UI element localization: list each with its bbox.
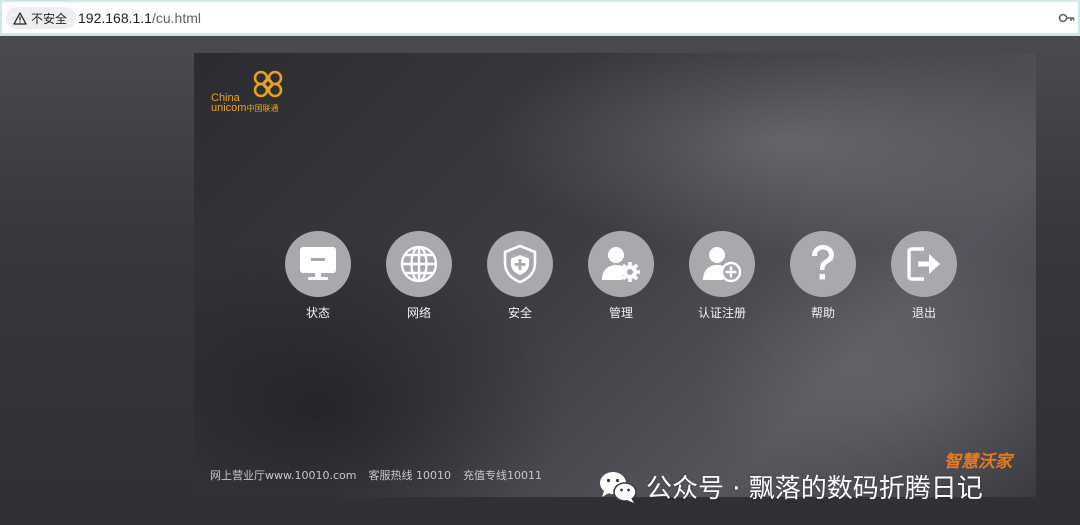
menu-item-label: 管理: [608, 306, 633, 320]
menu-item-circle: [790, 231, 856, 297]
url-host: 192.168.1.1: [78, 10, 152, 26]
menu-item-auth-register[interactable]: 认证注册: [682, 231, 762, 327]
footer-info: 网上营业厅www.10010.com 客服热线 10010 充值专线10011: [210, 467, 542, 483]
menu-item-management[interactable]: 管理: [581, 231, 661, 327]
security-indicator[interactable]: 不安全: [6, 7, 77, 29]
footer-recharge: 充值专线10011: [462, 469, 542, 482]
page-background: China unicom中国联通 状态 网络 安全 管理 认证注册 帮助 退出 …: [0, 36, 1080, 525]
wechat-icon: [600, 471, 637, 503]
china-unicom-logo: China unicom中国联通: [210, 69, 290, 114]
wechat-watermark: 公众号 · 飘落的数码折腾日记: [598, 468, 983, 505]
brand-line-2: unicom中国联通: [211, 103, 278, 114]
url-field[interactable]: 192.168.1.1/cu.html: [78, 9, 201, 27]
brand-unicom-text: unicom: [211, 102, 247, 114]
menu-item-circle: [285, 231, 351, 297]
globe-icon: [400, 245, 438, 283]
menu-item-label: 退出: [911, 306, 936, 320]
key-icon[interactable]: [1058, 10, 1076, 26]
shield-plus-icon: [503, 244, 537, 284]
warning-icon: [13, 11, 27, 25]
menu-item-status[interactable]: 状态: [278, 231, 358, 327]
menu-item-label: 安全: [507, 306, 532, 320]
monitor-icon: [300, 247, 336, 280]
menu-item-label: 网络: [406, 306, 431, 320]
menu-item-circle: [689, 231, 755, 297]
menu-item-circle: [487, 231, 553, 297]
main-menu: 状态 网络 安全 管理 认证注册 帮助 退出: [278, 231, 957, 327]
menu-item-security[interactable]: 安全: [480, 231, 560, 327]
menu-item-help[interactable]: 帮助: [783, 231, 863, 327]
url-path: /cu.html: [151, 10, 201, 26]
menu-item-label: 帮助: [810, 306, 835, 320]
footer-website[interactable]: 网上营业厅www.10010.com: [210, 467, 356, 483]
user-plus-icon: [703, 247, 742, 283]
footer-hotline: 客服热线 10010: [368, 469, 451, 482]
browser-address-bar: 不安全 192.168.1.1/cu.html: [0, 0, 1080, 36]
menu-item-circle: [386, 231, 452, 297]
security-label: 不安全: [31, 11, 68, 26]
menu-item-logout[interactable]: 退出: [884, 231, 964, 327]
question-icon: [812, 245, 834, 280]
menu-item-circle: [891, 231, 957, 297]
menu-item-label: 状态: [305, 306, 330, 320]
watermark-text: 公众号 · 飘落的数码折腾日记: [646, 474, 983, 504]
logout-icon: [907, 247, 940, 281]
menu-item-network[interactable]: 网络: [379, 231, 459, 327]
menu-item-circle: [588, 231, 654, 297]
unicom-knot-icon: [253, 70, 283, 98]
user-gear-icon: [602, 247, 640, 282]
brand-cn-text: 中国联通: [246, 104, 279, 113]
router-home-panel: China unicom中国联通 状态 网络 安全 管理 认证注册 帮助 退出 …: [194, 53, 1036, 497]
menu-item-label: 认证注册: [697, 306, 746, 320]
